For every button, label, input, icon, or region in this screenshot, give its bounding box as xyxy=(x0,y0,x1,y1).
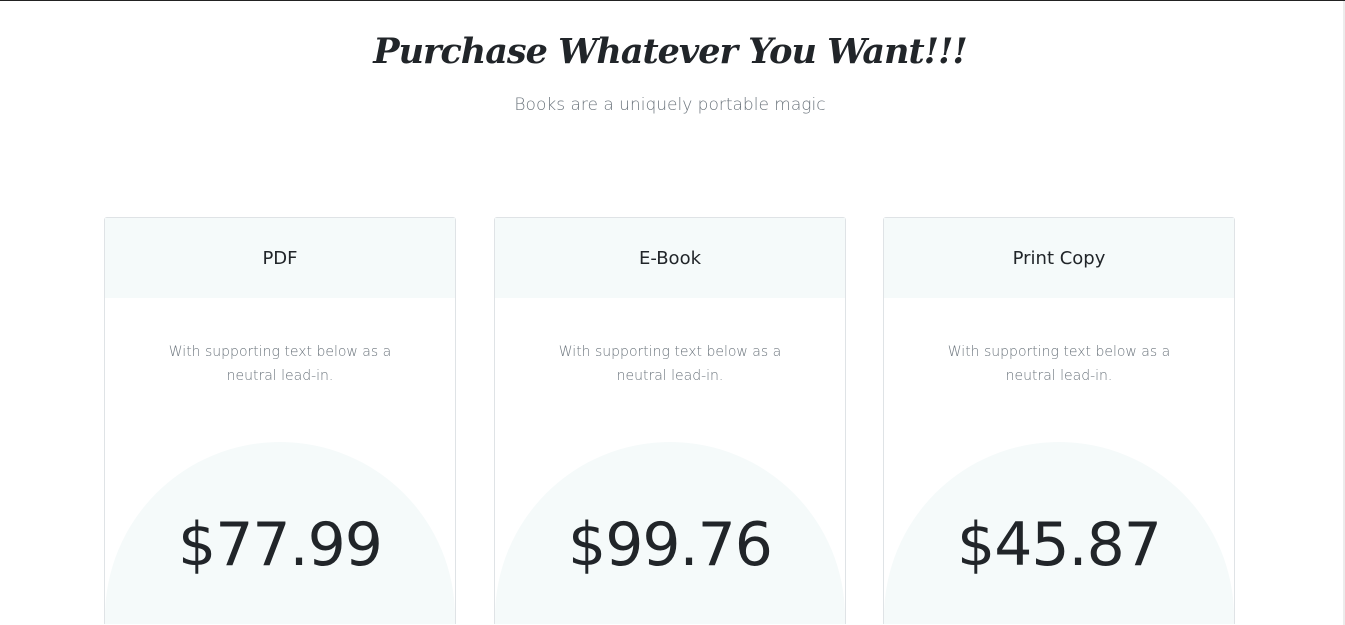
card-text: With supporting text below as a neutral … xyxy=(558,344,782,384)
card-title: E-Book xyxy=(495,218,845,298)
page-title: Purchase Whatever You Want!!! xyxy=(373,31,967,72)
card-text: With supporting text below as a neutral … xyxy=(168,344,392,384)
pricing-card-ebook[interactable]: E-Book With supporting text below as a n… xyxy=(494,217,846,624)
pricing-card-pdf[interactable]: PDF With supporting text below as a neut… xyxy=(104,217,456,624)
card-price: $99.76 xyxy=(568,510,773,580)
card-price: $45.87 xyxy=(957,510,1162,580)
card-title: PDF xyxy=(105,218,455,298)
card-price: $77.99 xyxy=(178,510,383,580)
card-title: Print Copy xyxy=(884,218,1234,298)
card-text: With supporting text below as a neutral … xyxy=(947,344,1171,384)
pricing-card-print[interactable]: Print Copy With supporting text below as… xyxy=(883,217,1235,624)
page-subtitle: Books are a uniquely portable magic xyxy=(514,95,826,115)
